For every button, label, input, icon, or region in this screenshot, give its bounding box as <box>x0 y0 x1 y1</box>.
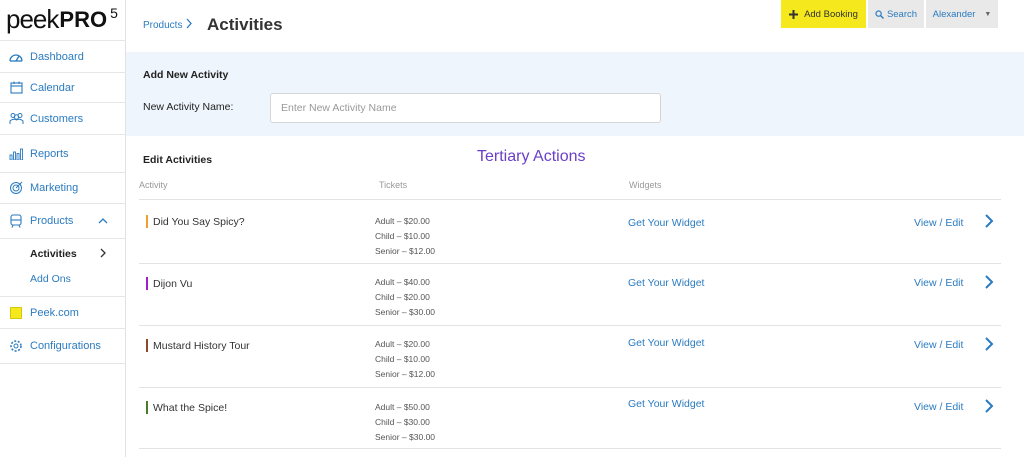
sidebar-subitem-activities[interactable]: Activities <box>0 242 126 266</box>
get-widget-link[interactable]: Get Your Widget <box>628 277 704 289</box>
sidebar-item-label: Calendar <box>30 81 75 94</box>
sidebar-subitem-label: Add Ons <box>30 273 71 285</box>
sidebar-item-label: Reports <box>30 147 69 160</box>
ticket-list: Adult – $40.00 Child – $20.00 Senior – $… <box>375 275 435 320</box>
ticket-list: Adult – $20.00 Child – $10.00 Senior – $… <box>375 214 435 259</box>
sidebar-item-label: Configurations <box>30 340 101 352</box>
logo-peek-text: peek <box>6 4 59 34</box>
sidebar-item-reports[interactable]: Reports <box>0 134 126 172</box>
peekpro-logo[interactable]: peek PRO 5 <box>6 4 118 38</box>
top-header: Products Activities Add Booking Search A… <box>126 0 1024 52</box>
chevron-right-icon <box>100 248 107 261</box>
ticket-price: Senior – $12.00 <box>375 246 436 256</box>
activity-name: Dijon Vu <box>153 278 193 290</box>
sidebar-item-label: Dashboard <box>30 50 84 63</box>
column-header-tickets: Tickets <box>379 180 408 190</box>
activity-color-marker <box>146 339 148 352</box>
get-widget-link[interactable]: Get Your Widget <box>628 398 704 410</box>
ticket-price: Adult – $20.00 <box>375 339 430 349</box>
sidebar: peek PRO 5 Dashboard Calendar Customers <box>0 0 126 457</box>
reports-icon <box>8 146 24 162</box>
chevron-right-icon[interactable] <box>984 398 998 416</box>
logo-version: 5 <box>110 5 118 21</box>
view-edit-link[interactable]: View / Edit <box>914 339 963 351</box>
sidebar-item-label: Marketing <box>30 181 79 194</box>
products-icon <box>8 213 24 229</box>
add-activity-title: Add New Activity <box>143 69 229 81</box>
get-widget-link[interactable]: Get Your Widget <box>628 217 704 229</box>
ticket-list: Adult – $20.00 Child – $10.00 Senior – $… <box>375 337 435 382</box>
dashboard-icon <box>8 49 24 65</box>
calendar-icon <box>8 80 24 96</box>
ticket-price: Adult – $50.00 <box>375 402 430 412</box>
activity-row: Mustard History Tour Adult – $20.00 Chil… <box>139 325 1001 387</box>
plus-icon <box>789 7 799 22</box>
activity-row: Did You Say Spicy? Adult – $20.00 Child … <box>139 199 1001 263</box>
column-header-widgets: Widgets <box>629 180 662 190</box>
peek-com-icon <box>8 305 24 321</box>
ticket-price: Child – $20.00 <box>375 292 430 302</box>
sidebar-item-label: Customers <box>30 112 84 125</box>
user-name: Alexander <box>932 8 976 20</box>
tertiary-actions-annotation: Tertiary Actions <box>477 148 586 165</box>
search-label: Search <box>886 8 918 20</box>
get-widget-link[interactable]: Get Your Widget <box>628 337 704 349</box>
activity-color-marker <box>146 277 148 290</box>
chevron-right-icon[interactable] <box>984 213 998 231</box>
ticket-price: Adult – $40.00 <box>375 277 430 287</box>
breadcrumb-products[interactable]: Products <box>143 20 182 31</box>
edit-activities-title: Edit Activities <box>143 154 213 166</box>
activity-name-input[interactable] <box>270 93 661 123</box>
add-booking-button[interactable]: Add Booking <box>781 0 866 28</box>
chevron-up-icon[interactable] <box>98 215 108 227</box>
activity-row: Dijon Vu Adult – $40.00 Child – $20.00 S… <box>139 263 1001 325</box>
sidebar-item-products[interactable]: Products <box>0 203 126 239</box>
activity-row: What the Spice! Adult – $50.00 Child – $… <box>139 387 1001 449</box>
sidebar-item-label: Peek.com <box>30 306 79 319</box>
customers-icon <box>8 111 24 127</box>
sidebar-subitem-add-ons[interactable]: Add Ons <box>0 267 126 291</box>
activity-name: Did You Say Spicy? <box>153 216 245 228</box>
activity-name: Mustard History Tour <box>153 340 250 352</box>
page-title: Activities <box>207 15 283 34</box>
gear-icon <box>8 338 24 354</box>
marketing-icon <box>8 180 24 196</box>
chevron-right-icon[interactable] <box>984 336 998 354</box>
sidebar-item-calendar[interactable]: Calendar <box>0 72 126 102</box>
view-edit-link[interactable]: View / Edit <box>914 401 963 413</box>
breadcrumb-chevron-icon <box>186 17 193 32</box>
column-header-activity: Activity <box>139 180 168 190</box>
search-button[interactable]: Search <box>868 0 924 28</box>
activity-name-label: New Activity Name: <box>143 101 234 113</box>
activity-color-marker <box>146 401 148 414</box>
sidebar-item-label: Products <box>30 215 74 227</box>
add-booking-label: Add Booking <box>804 8 858 20</box>
sidebar-item-peek-com[interactable]: Peek.com <box>0 296 126 328</box>
add-activity-panel: Add New Activity New Activity Name: <box>126 52 1024 136</box>
caret-down-icon: ▼ <box>984 10 992 18</box>
activity-color-marker <box>146 215 148 228</box>
chevron-right-icon[interactable] <box>984 274 998 292</box>
sidebar-item-marketing[interactable]: Marketing <box>0 172 126 202</box>
activity-name: What the Spice! <box>153 402 228 414</box>
ticket-price: Senior – $12.00 <box>375 369 436 379</box>
sidebar-item-customers[interactable]: Customers <box>0 102 126 134</box>
user-menu-button[interactable]: Alexander ▼ <box>926 0 998 28</box>
sidebar-item-dashboard[interactable]: Dashboard <box>0 40 126 72</box>
view-edit-link[interactable]: View / Edit <box>914 277 963 289</box>
ticket-price: Senior – $30.00 <box>375 432 436 442</box>
sidebar-subitem-label: Activities <box>30 248 77 260</box>
ticket-list: Adult – $50.00 Child – $30.00 Senior – $… <box>375 400 435 445</box>
sidebar-item-configurations[interactable]: Configurations <box>0 328 126 364</box>
ticket-price: Child – $10.00 <box>375 231 430 241</box>
ticket-price: Child – $30.00 <box>375 417 430 427</box>
logo-pro-text: PRO <box>59 7 108 32</box>
view-edit-link[interactable]: View / Edit <box>914 217 963 229</box>
ticket-price: Senior – $30.00 <box>375 307 436 317</box>
ticket-price: Adult – $20.00 <box>375 216 430 226</box>
ticket-price: Child – $10.00 <box>375 354 430 364</box>
search-icon <box>875 9 884 19</box>
